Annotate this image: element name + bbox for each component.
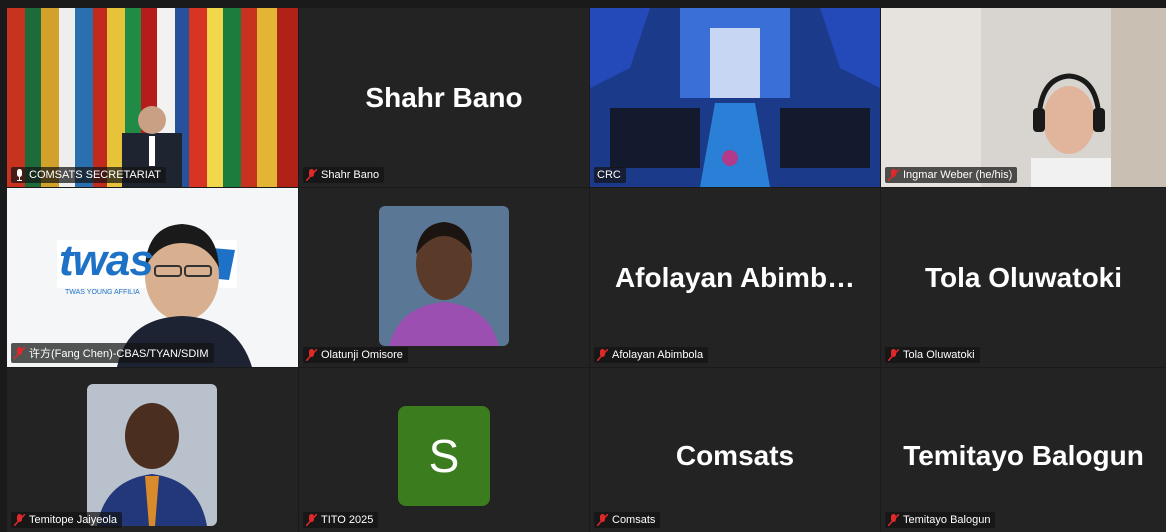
muted-mic-icon [305,513,318,527]
mic-icon [14,169,25,181]
participant-label: Afolayan Abimbola [594,347,709,363]
video-feed-person-headphones [881,8,1166,187]
participant-label: Temitayo Balogun [885,512,996,528]
participant-display-name: Afolayan Abimb… [614,262,856,293]
muted-mic-icon [596,348,609,362]
participant-label: CRC [594,167,626,183]
participant-display-name: Comsats [675,440,795,471]
video-tile-tito-2025[interactable]: S TITO 2025 [299,368,589,532]
video-tile-temitope-jaiyeola[interactable]: Temitope Jaiyeola [7,368,298,532]
initial-avatar: S [398,406,490,506]
participant-display-name: Shahr Bano [365,82,523,113]
muted-mic-icon [305,348,318,362]
video-tile-afolayan-abimbola[interactable]: Afolayan Abimb… Afolayan Abimbola [590,188,880,367]
muted-mic-icon [887,168,900,182]
twas-logo: twas [59,236,154,285]
participant-display-name: Tola Oluwatoki [924,262,1123,293]
participant-name: COMSATS SECRETARIAT [29,169,162,181]
video-tile-tola-oluwatoki[interactable]: Tola Oluwatoki Tola Oluwatoki [881,188,1166,367]
participant-label: Temitope Jaiyeola [11,512,123,528]
participant-label: Olatunji Omisore [303,347,408,363]
participant-name: 许方(Fang Chen)-CBAS/TYAN/SDIM [29,348,209,360]
profile-photo [379,206,509,346]
participant-display-name: Temitayo Balogun [903,440,1144,471]
participant-name: Temitayo Balogun [903,514,991,526]
muted-mic-icon [596,513,609,527]
video-tile-comsats[interactable]: Comsats Comsats [590,368,880,532]
video-tile-temitayo-balogun[interactable]: Temitayo Balogun Temitayo Balogun [881,368,1166,532]
participant-name: Ingmar Weber (he/his) [903,169,1013,181]
participant-name: CRC [597,169,621,181]
twas-logo-subtext: TWAS YOUNG AFFILIA [65,289,140,296]
video-tile-crc[interactable]: CRC [590,8,880,187]
participant-label: Comsats [594,512,661,528]
participant-name: Temitope Jaiyeola [29,514,118,526]
muted-mic-icon [887,348,900,362]
participant-label: Tola Oluwatoki [885,347,980,363]
muted-mic-icon [13,513,26,527]
video-feed-flags [7,8,298,187]
video-tile-ingmar-weber[interactable]: Ingmar Weber (he/his) [881,8,1166,187]
participant-name: Comsats [612,514,656,526]
muted-mic-icon [305,168,318,182]
participant-label: Ingmar Weber (he/his) [885,167,1018,183]
muted-mic-icon [887,513,900,527]
participant-name: Afolayan Abimbola [612,349,704,361]
participant-label: TITO 2025 [303,512,379,528]
participant-name: TITO 2025 [321,514,374,526]
participant-label: 许方(Fang Chen)-CBAS/TYAN/SDIM [11,343,214,363]
muted-mic-icon [13,346,26,360]
profile-photo [87,384,217,526]
video-tile-comsats-secretariat[interactable]: COMSATS SECRETARIAT [7,8,298,187]
video-tile-shahr-bano[interactable]: Shahr Bano Shahr Bano [299,8,589,187]
participant-label: Shahr Bano [303,167,385,183]
video-feed-conference-room [590,8,880,187]
video-tile-fang-chen[interactable]: twas TWAS YOUNG AFFILIA 许方(Fang Chen)-CB… [7,188,298,367]
participant-name: Shahr Bano [321,169,380,181]
participant-name: Olatunji Omisore [321,349,403,361]
participant-name: Tola Oluwatoki [903,349,975,361]
participant-label: COMSATS SECRETARIAT [11,167,167,183]
video-tile-olatunji-omisore[interactable]: Olatunji Omisore [299,188,589,367]
